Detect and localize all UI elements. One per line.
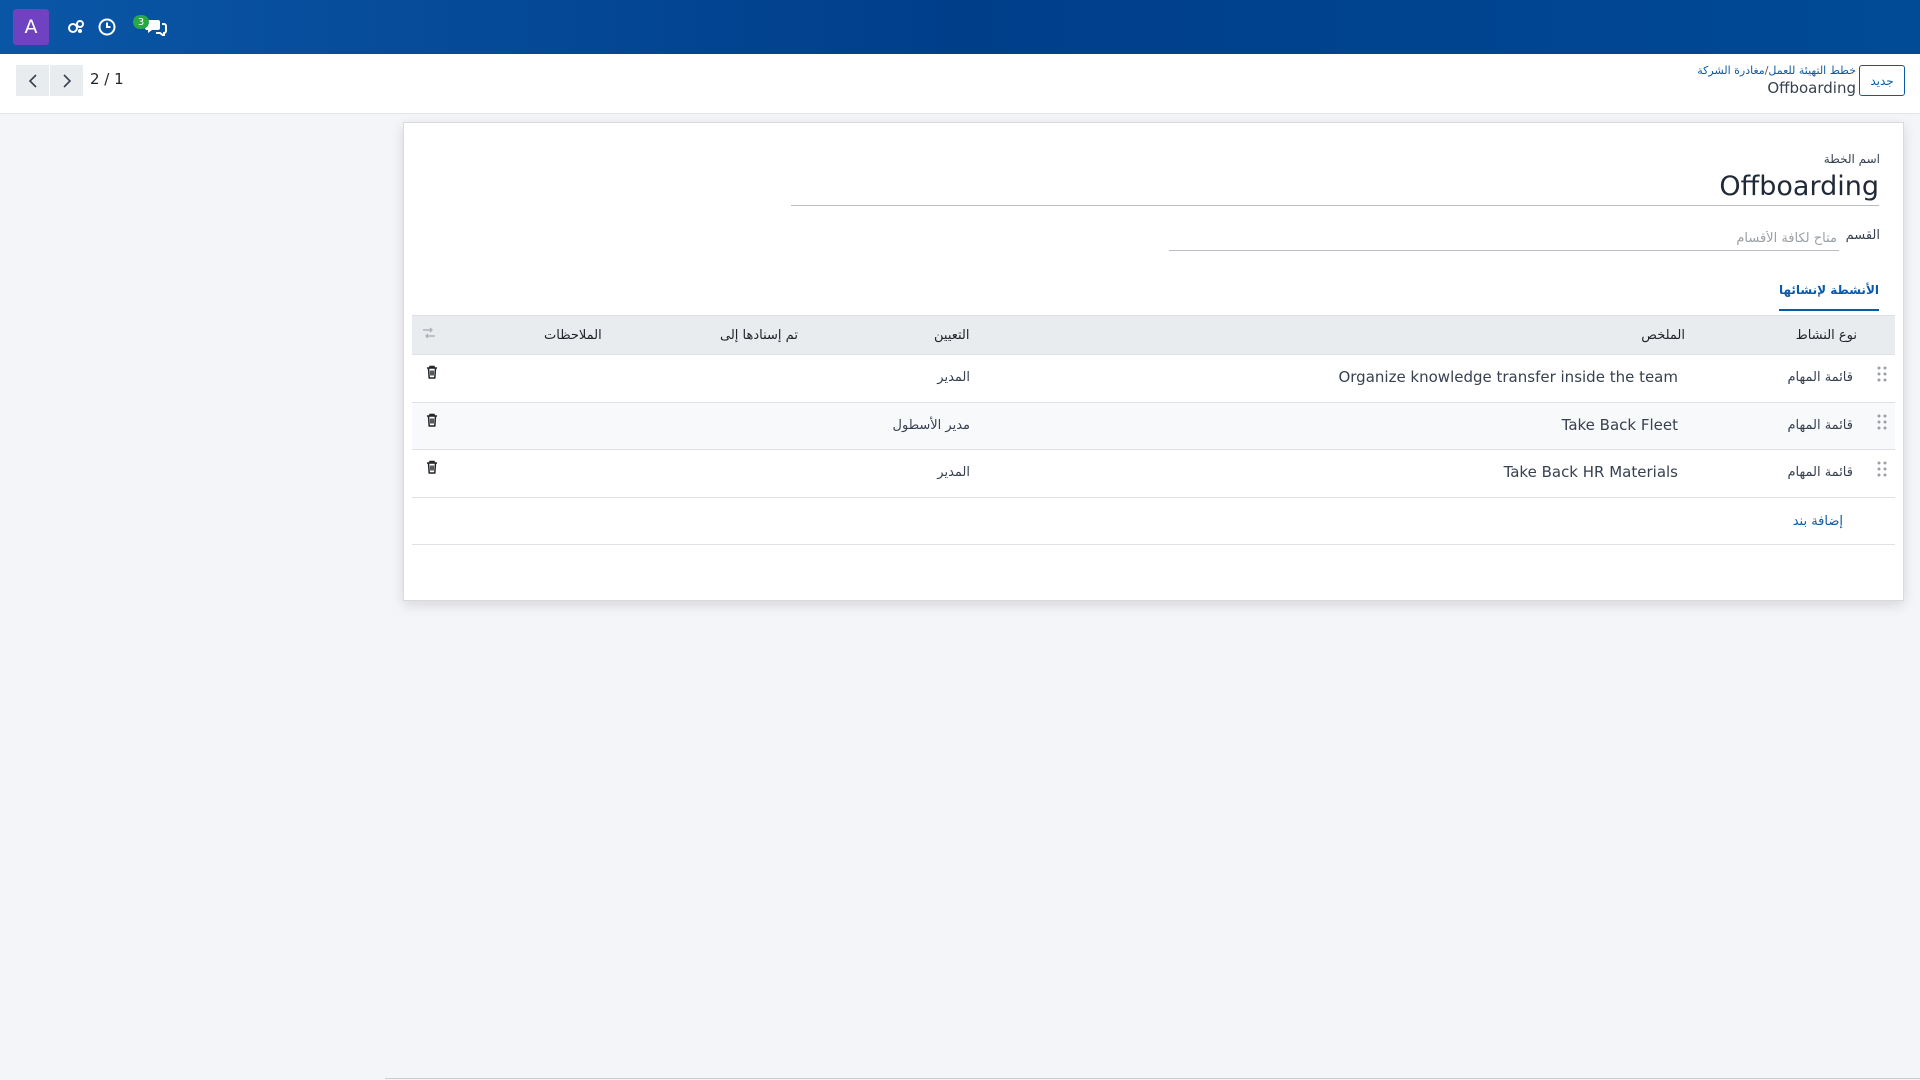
breadcrumb-current: Offboarding bbox=[1767, 79, 1856, 97]
breadcrumb: خطط التهيئة للعمل/مغادرة الشركة Offboard… bbox=[1697, 64, 1856, 97]
activities-table: نوع النشاط الملخص التعيين تم إسنادها إلى… bbox=[412, 315, 1895, 545]
cell-assignment: المدير bbox=[937, 370, 970, 385]
cell-assignment: المدير bbox=[937, 465, 970, 480]
optional-columns-icon[interactable] bbox=[422, 327, 436, 339]
pager-previous-button[interactable] bbox=[16, 65, 49, 96]
cell-summary: Take Back Fleet bbox=[1561, 415, 1678, 434]
pager-next-button[interactable] bbox=[50, 65, 83, 96]
drag-handle-icon[interactable] bbox=[1877, 461, 1887, 477]
pager bbox=[16, 65, 83, 96]
header-assignment[interactable]: التعيين bbox=[934, 328, 970, 343]
cell-summary: Organize knowledge transfer inside the t… bbox=[1338, 368, 1678, 386]
add-line-row: إضافة بند bbox=[412, 498, 1895, 545]
chevron-right-icon bbox=[62, 73, 71, 88]
plan-name-underline bbox=[791, 205, 1879, 206]
department-label: القسم bbox=[1845, 228, 1880, 243]
cell-activity-type: قائمة المهام bbox=[1787, 370, 1853, 385]
table-row[interactable]: قائمة المهام Take Back Fleet مدير الأسطو… bbox=[412, 402, 1895, 450]
tab-activities-to-create[interactable]: الأنشطة لإنشائها bbox=[1779, 283, 1879, 311]
top-navbar: A 3 bbox=[0, 0, 1920, 54]
cell-assignment: مدير الأسطول bbox=[892, 417, 970, 433]
trash-icon[interactable] bbox=[426, 365, 438, 379]
new-button[interactable]: جديد bbox=[1859, 65, 1905, 96]
plan-name-label: اسم الخطة bbox=[1823, 152, 1880, 166]
breadcrumb-parent[interactable]: خطط التهيئة للعمل bbox=[1768, 64, 1856, 77]
control-panel: 2 / 1 خطط التهيئة للعمل/مغادرة الشركة Of… bbox=[0, 54, 1920, 114]
add-line-link[interactable]: إضافة بند bbox=[1793, 514, 1843, 529]
table-header: نوع النشاط الملخص التعيين تم إسنادها إلى… bbox=[412, 315, 1895, 355]
drag-handle-icon[interactable] bbox=[1877, 414, 1887, 430]
drag-handle-icon[interactable] bbox=[1877, 366, 1887, 382]
header-notes[interactable]: الملاحظات bbox=[544, 328, 602, 343]
table-row[interactable]: قائمة المهام Organize knowledge transfer… bbox=[412, 355, 1895, 403]
trash-icon[interactable] bbox=[426, 413, 438, 427]
header-assigned-to[interactable]: تم إسنادها إلى bbox=[720, 328, 798, 343]
trash-icon[interactable] bbox=[426, 460, 438, 474]
cell-activity-type: قائمة المهام bbox=[1787, 465, 1853, 480]
form-sheet: اسم الخطة Offboarding القسم الأنشطة لإنش… bbox=[403, 122, 1904, 601]
chat-count-badge: 3 bbox=[133, 15, 149, 29]
department-field[interactable] bbox=[1169, 227, 1839, 251]
plan-name-field[interactable]: Offboarding bbox=[1719, 171, 1879, 202]
bottom-divider bbox=[385, 1078, 1920, 1079]
cell-summary: Take Back HR Materials bbox=[1503, 463, 1678, 481]
company-avatar[interactable]: A bbox=[13, 9, 49, 45]
activity-icon[interactable] bbox=[64, 15, 88, 39]
header-activity-type[interactable]: نوع النشاط bbox=[1796, 328, 1857, 343]
breadcrumb-middle[interactable]: مغادرة الشركة bbox=[1697, 64, 1764, 77]
pager-value[interactable]: 2 / 1 bbox=[90, 70, 124, 88]
chevron-left-icon bbox=[28, 73, 37, 88]
cell-activity-type: قائمة المهام bbox=[1787, 417, 1853, 433]
table-row[interactable]: قائمة المهام Take Back HR Materials المد… bbox=[412, 450, 1895, 498]
clock-icon[interactable] bbox=[95, 15, 119, 39]
header-summary[interactable]: الملخص bbox=[1641, 328, 1685, 343]
